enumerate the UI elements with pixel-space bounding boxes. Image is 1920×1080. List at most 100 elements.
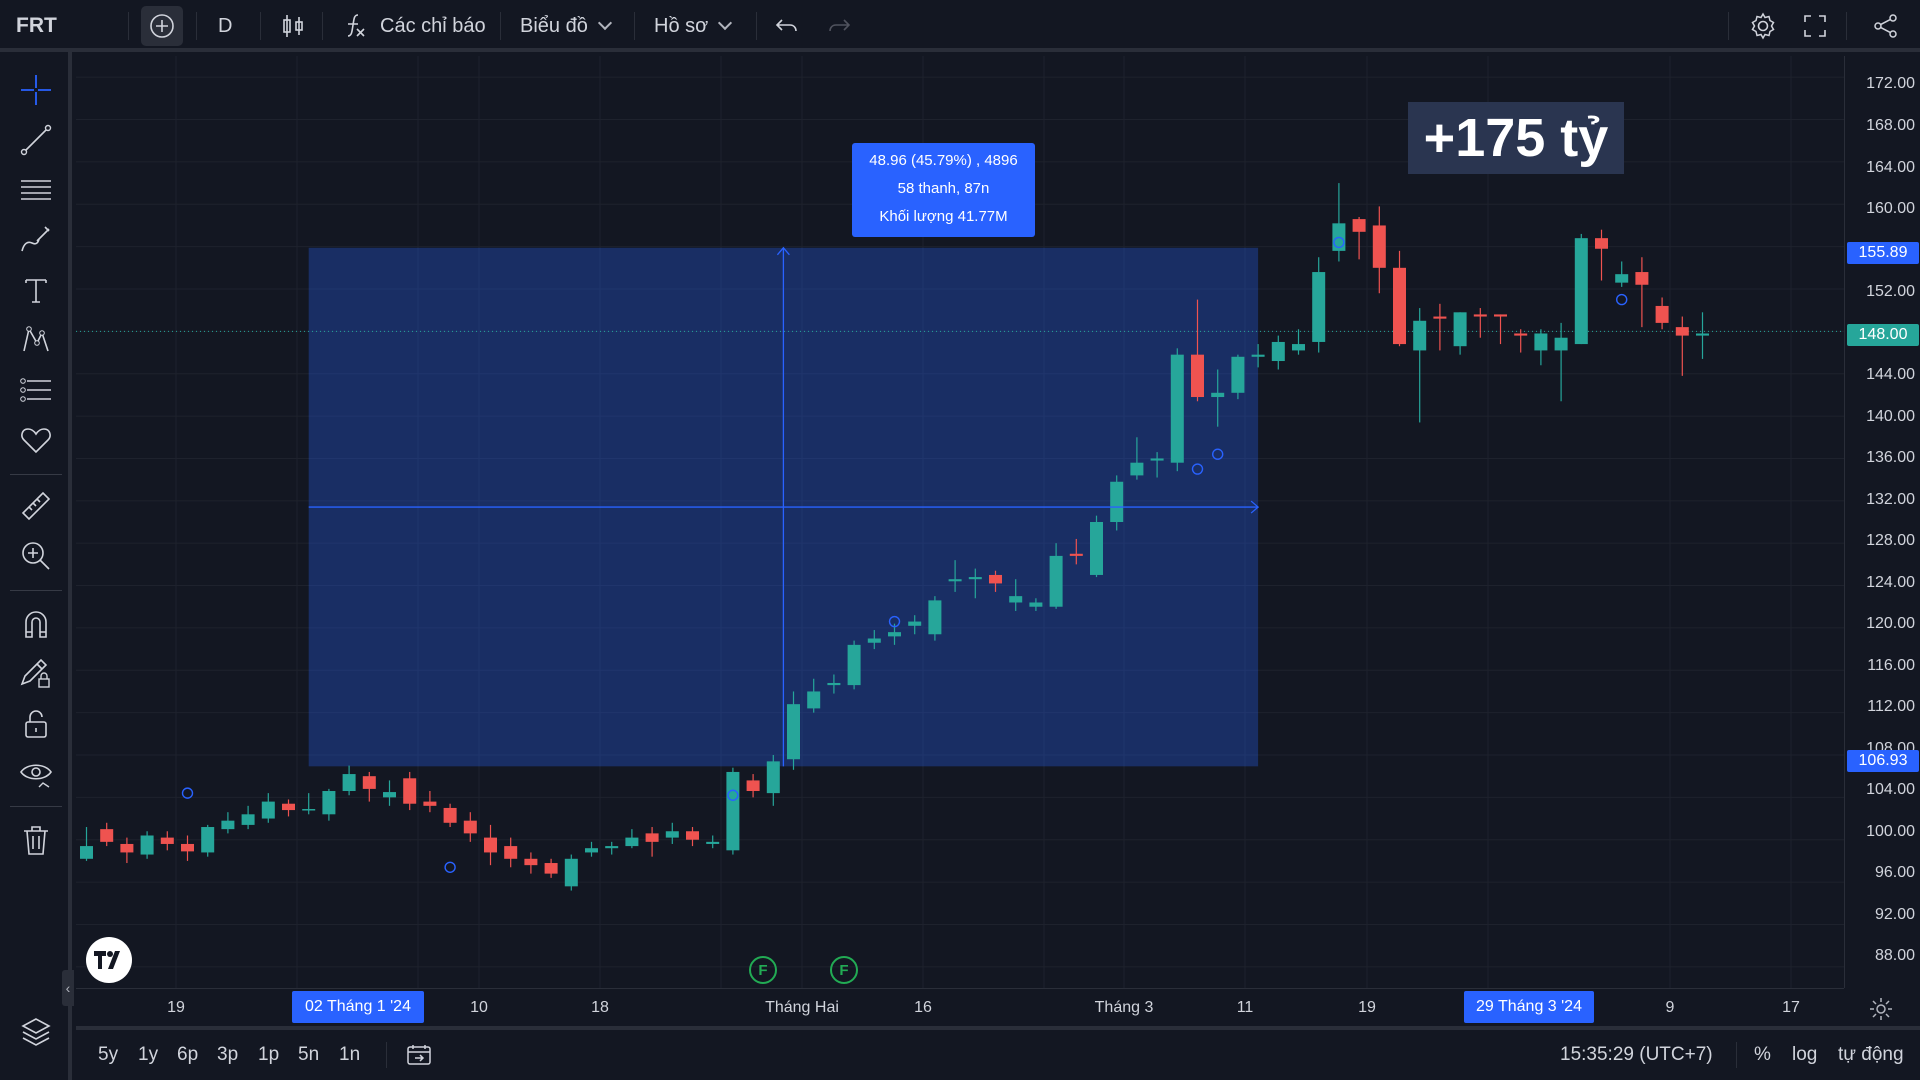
interval-button[interactable]: D [218, 0, 232, 52]
price-tick-label: 160.00 [1866, 200, 1915, 217]
candle-body [726, 771, 740, 851]
lock-all-button[interactable] [16, 704, 56, 744]
chart-type-button[interactable] [280, 0, 306, 52]
candle-body [1150, 458, 1164, 461]
unlock-icon [25, 710, 47, 738]
candle-body [1312, 272, 1326, 342]
measure-change: 48.96 (45.79%) , 4896 [869, 152, 1018, 169]
candle-body [1372, 225, 1386, 268]
price-tick-label: 92.00 [1874, 906, 1915, 923]
fib-tool-button[interactable] [16, 170, 56, 210]
range-5d-button[interactable]: 5n [298, 1030, 319, 1080]
candle-body [645, 833, 659, 842]
price-tick-label: 120.00 [1866, 615, 1915, 632]
tradingview-logo[interactable] [86, 937, 132, 983]
measure-top-price-tag: 155.89 [1847, 242, 1919, 264]
symbol-button[interactable]: FRT [16, 0, 57, 52]
candle-body [1271, 341, 1285, 362]
time-tick-label: 16 [914, 999, 932, 1016]
measure-volume: Khối lượng 41.77M [879, 208, 1008, 225]
heart-icon [21, 428, 51, 454]
zoom-tool-button[interactable] [16, 536, 56, 576]
price-tick-label: 112.00 [1867, 698, 1915, 715]
collapse-toolbar-button[interactable]: ‹ [62, 970, 74, 1006]
object-tree-button[interactable] [16, 1012, 56, 1052]
remove-drawings-button[interactable] [16, 820, 56, 860]
candle-body [504, 846, 518, 859]
candle-body [80, 846, 93, 859]
undo-button[interactable] [774, 0, 800, 52]
candle-body [1211, 392, 1225, 398]
range-6m-button[interactable]: 6p [177, 1030, 198, 1080]
candle-body [282, 803, 295, 811]
candle-body [1534, 333, 1548, 351]
indicators-button[interactable]: Các chỉ báo [344, 0, 486, 52]
range-1y-button[interactable]: 1y [138, 1030, 158, 1080]
candle-body [585, 848, 598, 853]
brush-tool-button[interactable] [16, 220, 56, 260]
trendline-icon [20, 124, 52, 156]
measure-tool-button[interactable] [16, 486, 56, 526]
candle-body [1696, 333, 1709, 336]
toolbar-divider [260, 12, 261, 40]
candle-body [1473, 314, 1487, 317]
percent-scale-button[interactable]: % [1754, 1030, 1771, 1080]
range-1d-button[interactable]: 1n [339, 1030, 360, 1080]
candle-body [1595, 238, 1608, 249]
time-tick-label: Tháng Hai [765, 999, 839, 1016]
prediction-tool-button[interactable] [16, 370, 56, 410]
favorite-tools-button[interactable] [16, 420, 56, 460]
time-axis[interactable]: 19 10 18 Tháng Hai 16 Tháng 3 11 19 9 17… [76, 988, 1844, 1027]
price-axis[interactable]: 172.00 168.00 164.00 160.00 152.00 144.0… [1844, 56, 1920, 988]
candle-body [928, 600, 942, 635]
goto-date-button[interactable] [406, 1030, 432, 1080]
toolbar-divider [1846, 12, 1847, 40]
candle-body [1393, 267, 1406, 345]
text-tool-button[interactable] [16, 270, 56, 310]
trendline-tool-button[interactable] [16, 120, 56, 160]
candle-body [302, 809, 316, 811]
toolbar-divider [10, 474, 62, 475]
candle-body [1292, 344, 1305, 351]
range-3m-button[interactable]: 3p [217, 1030, 238, 1080]
range-1m-button[interactable]: 1p [258, 1030, 279, 1080]
share-button[interactable] [1872, 0, 1900, 52]
price-tick-label: 136.00 [1866, 449, 1915, 466]
time-tick-label: 9 [1665, 999, 1675, 1016]
candle-body [322, 791, 336, 815]
candle-body [1352, 219, 1366, 232]
candle-body [605, 846, 619, 849]
auto-scale-button[interactable]: tự động [1838, 1030, 1904, 1080]
price-tick-label: 152.00 [1866, 283, 1915, 300]
crosshair-tool-button[interactable] [16, 70, 56, 110]
axis-settings-button[interactable] [1868, 996, 1894, 1022]
magnet-mode-button[interactable] [16, 604, 56, 644]
redo-button[interactable] [826, 0, 852, 52]
ruler-icon [21, 491, 51, 521]
candles-icon [283, 15, 303, 37]
pattern-tool-button[interactable] [16, 320, 56, 360]
lock-drawings-button[interactable] [16, 654, 56, 694]
candle-body [1090, 522, 1103, 575]
measure-start-date-tag: 02 Tháng 1 '24 [292, 991, 424, 1023]
hide-drawings-button[interactable] [16, 754, 56, 794]
clock-timezone-button[interactable]: 15:35:29 (UTC+7) [1560, 1030, 1713, 1080]
candle-body [140, 835, 154, 855]
profile-menu-button[interactable]: Hồ sơ [654, 0, 733, 52]
fullscreen-button[interactable] [1802, 0, 1828, 52]
range-5y-button[interactable]: 5y [98, 1030, 118, 1080]
candle-body [665, 831, 679, 838]
financials-event-marker[interactable]: F [830, 956, 858, 984]
settings-button[interactable] [1748, 0, 1778, 52]
magnet-icon [25, 611, 47, 638]
candle-body [686, 831, 699, 840]
log-scale-button[interactable]: log [1792, 1030, 1817, 1080]
financials-event-marker[interactable]: F [749, 956, 777, 984]
chart-menu-button[interactable]: Biểu đồ [520, 0, 612, 52]
layers-icon [21, 1018, 51, 1046]
price-tick-label: 172.00 [1866, 75, 1915, 92]
compare-add-button[interactable] [141, 6, 183, 46]
text-annotation[interactable]: +175 tỷ [1408, 102, 1624, 174]
candle-body [968, 577, 982, 580]
candle-body [1130, 462, 1144, 476]
